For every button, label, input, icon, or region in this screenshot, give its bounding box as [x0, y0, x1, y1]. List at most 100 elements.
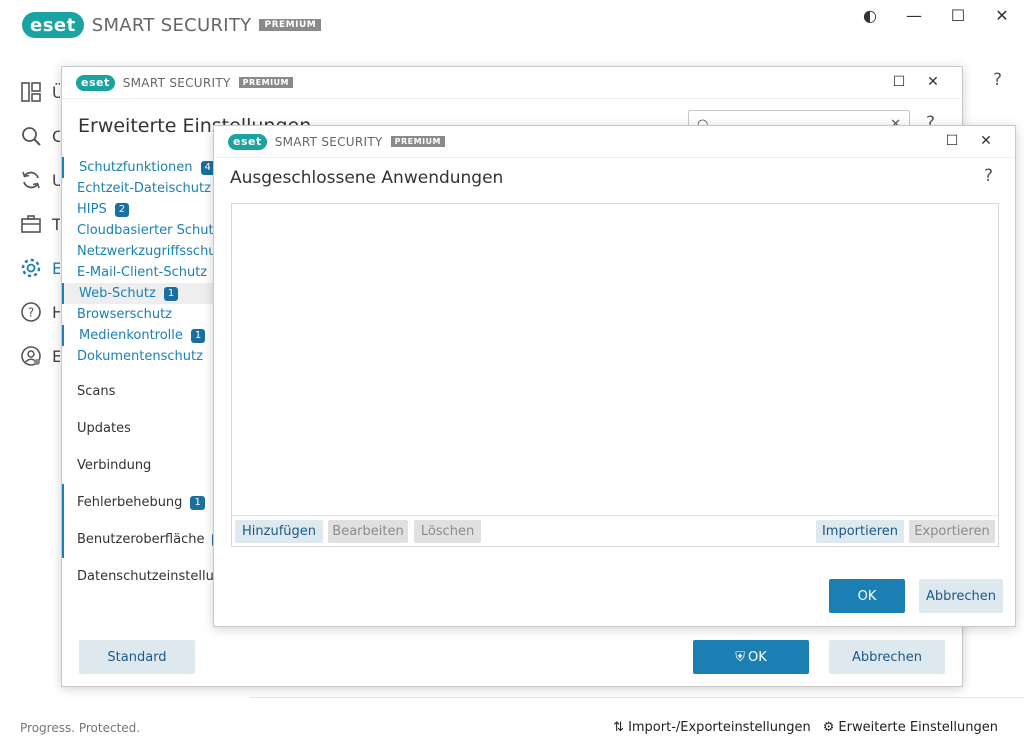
button-label: Hinzufügen	[242, 524, 316, 539]
advanced-settings-label: Erweiterte Einstellungen	[838, 720, 998, 735]
import-export-link[interactable]: ⇅ Import-/Exporteinstellungen	[613, 720, 811, 735]
close-icon[interactable]: ✕	[979, 133, 993, 149]
tree-item-label: E-Mail-Client-Schutz	[77, 265, 208, 280]
sidebar: Ü C U T E ? H E	[20, 70, 60, 378]
export-button[interactable]: Exportieren	[909, 520, 995, 543]
tree-section-connection[interactable]: Verbindung	[62, 447, 232, 484]
sidebar-item-settings[interactable]: E	[20, 246, 60, 290]
tree-section-label: Verbindung	[77, 458, 152, 473]
tree-item-label: Echtzeit-Dateischutz	[77, 181, 211, 196]
sidebar-item-label: E	[52, 258, 60, 278]
settings-tree: Schutzfunktionen 4 Echtzeit-Dateischutz H…	[62, 157, 247, 595]
sidebar-item-help[interactable]: ? H	[20, 290, 60, 334]
eset-logo: eset	[76, 74, 115, 91]
dialog-controls: ☐ ✕	[892, 74, 940, 90]
footer-divider	[250, 697, 1024, 698]
gear-icon	[20, 257, 42, 279]
tree-item-hips[interactable]: HIPS 2	[62, 199, 232, 220]
excluded-apps-dialog: eset SMART SECURITY PREMIUM ☐ ✕ Ausgesch…	[213, 125, 1016, 627]
product-name: SMART SECURITY	[91, 14, 252, 36]
tree-item-label: HIPS	[77, 202, 107, 217]
protection-group: Schutzfunktionen 4	[62, 157, 232, 178]
tree-item-realtime[interactable]: Echtzeit-Dateischutz	[62, 178, 232, 199]
button-label: Standard	[107, 649, 167, 665]
dialog-titlebar: eset SMART SECURITY PREMIUM	[62, 67, 962, 99]
sidebar-item-account[interactable]: E	[20, 334, 60, 378]
dialog-titlebar: eset SMART SECURITY PREMIUM	[214, 126, 1015, 158]
tree-section-updates[interactable]: Updates	[62, 410, 232, 447]
sidebar-item-scan[interactable]: C	[20, 114, 60, 158]
tree-item-web[interactable]: Web-Schutz 1	[64, 283, 232, 304]
help-button[interactable]: ?	[993, 70, 1002, 90]
tree-item-cloud[interactable]: Cloudbasierter Schutz	[62, 220, 232, 241]
maximize-icon[interactable]: ☐	[950, 6, 966, 25]
search-icon	[20, 125, 42, 147]
default-button[interactable]: Standard	[79, 640, 195, 674]
shield-icon: ⛨	[735, 649, 745, 665]
close-icon[interactable]: ✕	[926, 74, 940, 90]
sidebar-item-overview[interactable]: Ü	[20, 70, 60, 114]
tree-section-scans[interactable]: Scans	[62, 373, 232, 410]
count-badge: 1	[163, 286, 179, 301]
edition-badge: PREMIUM	[238, 77, 294, 88]
svg-text:?: ?	[28, 306, 34, 320]
import-export-label: Import-/Exporteinstellungen	[628, 720, 811, 735]
account-icon	[20, 345, 42, 367]
cancel-button[interactable]: Abbrechen	[919, 579, 1003, 613]
tree-item-media[interactable]: Medienkontrolle 1	[64, 325, 232, 346]
advanced-settings-link[interactable]: ⚙ Erweiterte Einstellungen	[823, 720, 998, 735]
theme-toggle-icon[interactable]: ◐	[862, 6, 878, 25]
tree-section-label: Updates	[77, 421, 131, 436]
maximize-icon[interactable]: ☐	[892, 74, 906, 90]
sidebar-item-update[interactable]: U	[20, 158, 60, 202]
eset-logo: eset	[228, 133, 267, 150]
tree-item-label: Schutzfunktionen	[79, 160, 193, 175]
sidebar-item-label: T	[52, 214, 60, 234]
tree-item-label: Web-Schutz	[79, 286, 156, 301]
tree-item-label: Cloudbasierter Schutz	[77, 223, 221, 238]
button-label: Importieren	[821, 524, 899, 539]
dialog-heading: Ausgeschlossene Anwendungen	[230, 168, 504, 188]
excluded-apps-list[interactable]: Hinzufügen Bearbeiten Löschen Importiere…	[231, 203, 999, 547]
maximize-icon[interactable]: ☐	[945, 133, 959, 149]
button-label: Löschen	[420, 524, 475, 539]
button-label: Abbrechen	[925, 588, 997, 604]
minimize-icon[interactable]: —	[906, 6, 922, 25]
eset-logo: eset	[22, 12, 84, 38]
web-group: Web-Schutz 1	[62, 283, 232, 304]
sidebar-item-label: Ü	[52, 82, 60, 102]
import-button[interactable]: Importieren	[816, 520, 904, 543]
close-icon[interactable]: ✕	[994, 6, 1010, 25]
tree-section-troubleshooting[interactable]: Fehlerbehebung 1	[62, 484, 232, 521]
sidebar-item-label: H	[52, 302, 60, 322]
product-name: SMART SECURITY	[122, 75, 231, 90]
count-badge: 1	[190, 328, 206, 343]
edition-badge: PREMIUM	[390, 136, 446, 147]
dialog-footer: Standard ⛨ OK Abbrechen	[79, 640, 945, 674]
sidebar-item-label: U	[52, 170, 60, 190]
cancel-button[interactable]: Abbrechen	[829, 640, 945, 674]
tree-item-protection[interactable]: Schutzfunktionen 4	[64, 157, 232, 178]
delete-button[interactable]: Löschen	[414, 520, 481, 543]
tree-item-network[interactable]: Netzwerkzugriffsschutz	[62, 241, 232, 262]
sidebar-item-tools[interactable]: T	[20, 202, 60, 246]
ok-button[interactable]: ⛨ OK	[693, 640, 809, 674]
tree-item-label: Dokumentenschutz	[77, 349, 203, 364]
help-button[interactable]: ?	[984, 166, 993, 186]
tree-item-label: Browserschutz	[77, 307, 172, 322]
tree-section-label: Fehlerbehebung	[77, 495, 183, 510]
tree-section-privacy[interactable]: Datenschutzeinstellungen	[62, 558, 247, 595]
tree-item-email[interactable]: E-Mail-Client-Schutz	[62, 262, 232, 283]
ok-button[interactable]: OK	[829, 579, 905, 613]
help-icon: ?	[20, 301, 42, 323]
edit-button[interactable]: Bearbeiten	[328, 520, 408, 543]
tree-item-browser[interactable]: Browserschutz	[62, 304, 232, 325]
tree-item-label: Netzwerkzugriffsschutz	[77, 244, 229, 259]
add-button[interactable]: Hinzufügen	[235, 520, 323, 543]
tree-item-documents[interactable]: Dokumentenschutz	[62, 346, 232, 367]
tree-section-ui[interactable]: Benutzeroberfläche2	[62, 521, 232, 558]
tree-section-label: Benutzeroberfläche	[77, 532, 205, 547]
status-text: Progress. Protected.	[20, 721, 141, 735]
count-badge: 1	[190, 495, 205, 510]
dialog-controls: ☐ ✕	[945, 133, 993, 149]
